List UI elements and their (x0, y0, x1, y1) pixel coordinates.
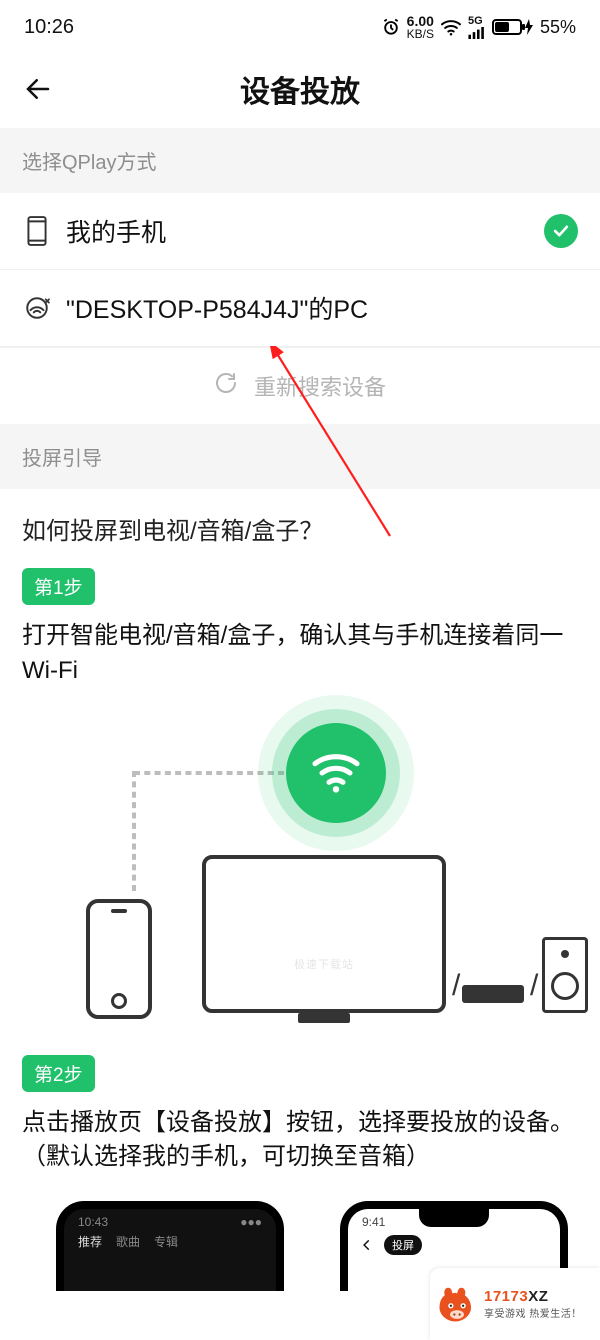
step-1-badge: 第1步 (22, 568, 95, 605)
status-time: 10:26 (24, 16, 74, 39)
network-speed: 6.00 KB/S (407, 14, 434, 40)
section-label-qplay: 选择QPlay方式 (0, 128, 600, 193)
step-2-badge: 第2步 (22, 1055, 95, 1092)
wifi-icon (440, 18, 462, 36)
wifi-circle-icon (286, 723, 386, 823)
rescan-label: 重新搜索设备 (254, 370, 386, 402)
illus-speaker-icon (542, 937, 588, 1013)
back-button[interactable] (18, 69, 58, 109)
cast-device-icon (22, 293, 52, 323)
device-name: 我的手机 (66, 213, 530, 249)
phone-icon (22, 216, 52, 246)
refresh-icon (214, 371, 238, 401)
logo-icon (436, 1283, 478, 1325)
guide-body: 如何投屏到电视/音箱/盒子？ 第1步 打开智能电视/音箱/盒子，确认其与手机连接… (0, 489, 600, 1303)
status-right: 6.00 KB/S 5G 55% (381, 14, 576, 40)
illus-watermark: 极速下载站 (294, 956, 354, 972)
device-name: "DESKTOP-P584J4J"的PC (66, 290, 578, 326)
divider-slash: / (530, 969, 538, 1003)
guide-question: 如何投屏到电视/音箱/盒子？ (22, 511, 578, 546)
status-bar: 10:26 6.00 KB/S 5G 55% (0, 0, 600, 50)
alarm-icon (381, 17, 401, 37)
watermark-badge: 17173XZ 享受游戏 热爱生活！ (430, 1268, 600, 1340)
step-2-text: 点击播放页【设备投放】按钮，选择要投放的设备。（默认选择我的手机，可切换至音箱） (22, 1106, 578, 1176)
illus-box-icon (462, 985, 524, 1003)
signal-5g-icon: 5G (468, 16, 486, 39)
illus-tv-icon: 极速下载站 (202, 855, 446, 1013)
section-label-guide: 投屏引导 (0, 424, 600, 489)
step-1-illustration: 极速下载站 / / (22, 715, 578, 1025)
page-header: 设备投放 (0, 50, 600, 128)
device-row-my-phone[interactable]: 我的手机 (0, 193, 600, 270)
battery-percent: 55% (540, 17, 576, 38)
rescan-devices-button[interactable]: 重新搜索设备 (0, 347, 600, 424)
divider-slash: / (452, 969, 460, 1003)
step-1-text: 打开智能电视/音箱/盒子，确认其与手机连接着同一Wi-Fi (22, 619, 578, 689)
illus-phone-icon (86, 899, 152, 1019)
page-title: 设备投放 (240, 67, 360, 111)
device-row-desktop-pc[interactable]: "DESKTOP-P584J4J"的PC (0, 270, 600, 347)
preview-phone-dark: 10:43 ●●● 推荐 歌曲 专辑 (56, 1201, 284, 1291)
check-icon (544, 214, 578, 248)
battery-icon (492, 19, 534, 35)
